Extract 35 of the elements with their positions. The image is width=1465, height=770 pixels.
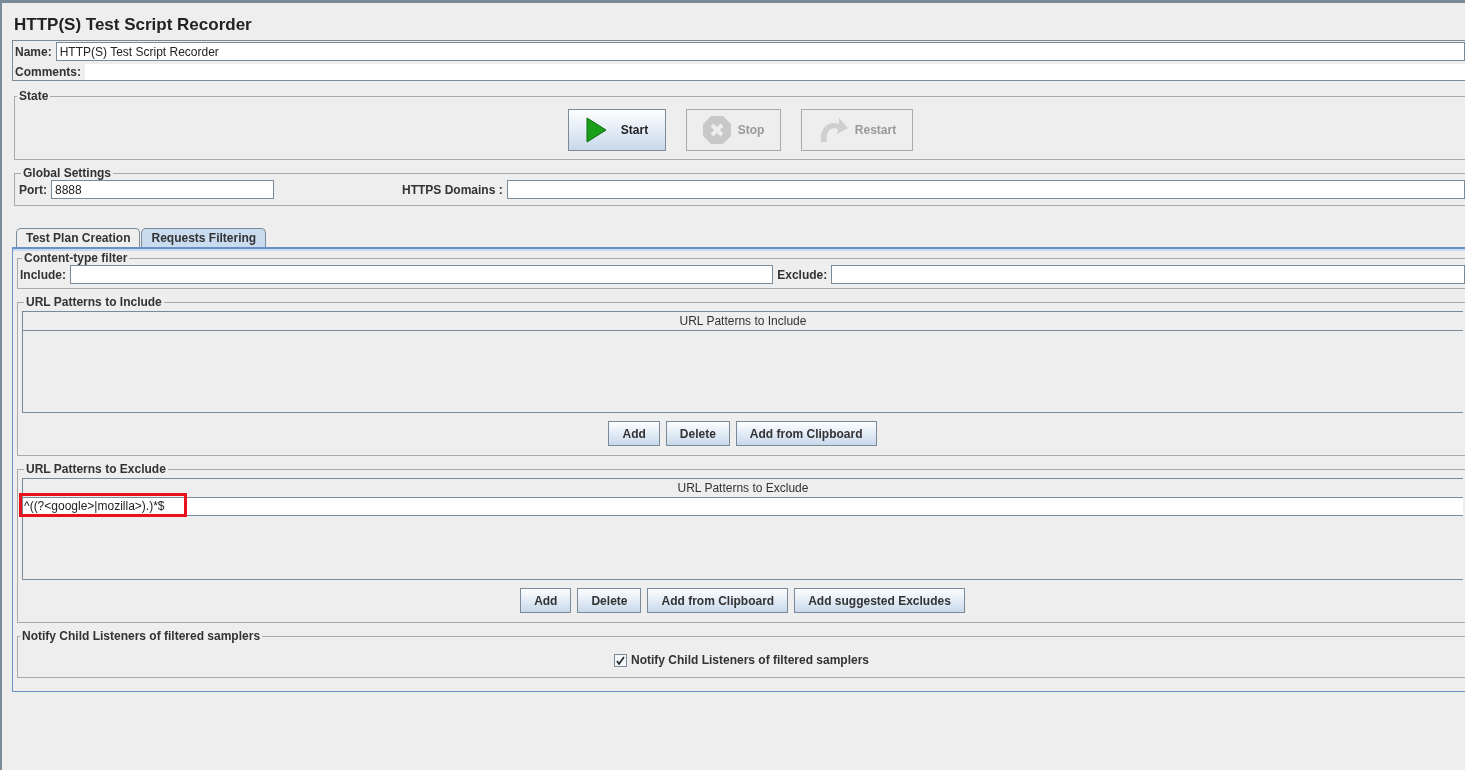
section-title: Notify Child Listeners of filtered samplers — [21, 629, 262, 643]
action-button[interactable]: Add — [608, 421, 660, 446]
section-title: URL Patterns to Exclude — [25, 462, 167, 476]
comments-field[interactable] — [85, 64, 1465, 80]
field-label: Exclude: — [777, 267, 828, 282]
port-field[interactable]: 8888 — [51, 180, 274, 199]
field-label: HTTPS Domains : — [402, 182, 503, 197]
https-domains-field[interactable] — [506, 180, 1465, 199]
section-title: URL Patterns to Include — [25, 295, 163, 309]
exclude-field[interactable] — [831, 265, 1465, 284]
include-field[interactable] — [70, 265, 774, 284]
name-field[interactable]: HTTP(S) Test Script Recorder — [55, 42, 1465, 61]
play-icon — [584, 117, 607, 143]
action-button[interactable]: Add from Clipboard — [647, 588, 789, 613]
tab[interactable]: Requests Filtering — [141, 228, 267, 247]
action-button[interactable]: Add from Clipboard — [735, 421, 877, 446]
action-button[interactable]: Delete — [577, 588, 642, 613]
action-button[interactable]: Add suggested Excludes — [794, 588, 965, 613]
section-title: Content-type filter — [23, 251, 129, 265]
field-label: Name: — [15, 44, 52, 59]
field-label: Port: — [19, 182, 47, 197]
start-button[interactable]: Start — [567, 109, 666, 151]
field-label: Comments: — [15, 65, 81, 79]
table-cell[interactable]: ^((?<google>|mozilla>).)*$ — [23, 498, 1463, 516]
section-title: Global Settings — [22, 166, 112, 180]
action-button[interactable]: Add — [520, 588, 572, 613]
field-label: Include: — [20, 267, 66, 282]
section-title: State — [18, 89, 50, 103]
action-button[interactable]: Delete — [665, 421, 730, 446]
tab[interactable]: Test Plan Creation — [16, 228, 141, 247]
stop-icon — [701, 115, 732, 145]
checkbox[interactable] — [613, 653, 627, 667]
column-header: URL Patterns to Include — [23, 312, 1463, 331]
checkbox-label[interactable]: Notify Child Listeners of filtered samplers — [630, 653, 870, 667]
window-title: HTTP(S) Test Script Recorder — [13, 14, 253, 36]
